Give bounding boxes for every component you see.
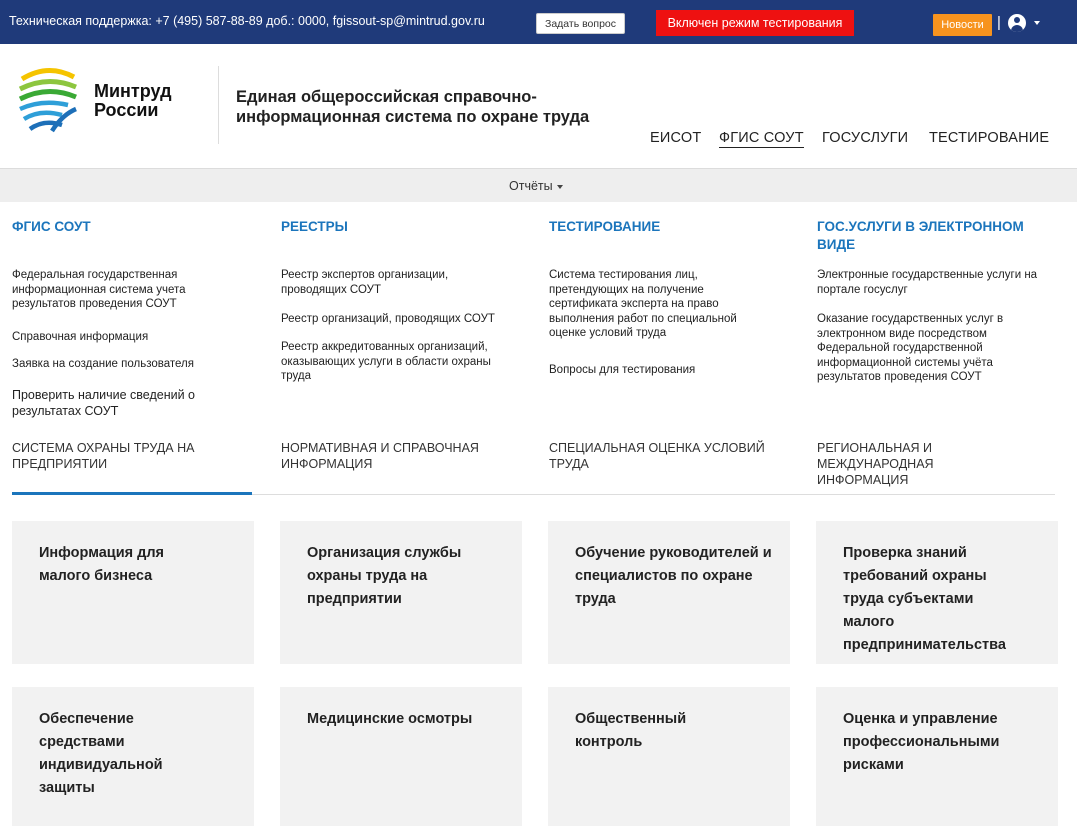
card-medical[interactable]: Медицинские осмотры	[280, 687, 522, 826]
tab-active-indicator	[12, 492, 252, 495]
menu-link-accredited-registry[interactable]: Реестр аккредитованных организаций, оказ…	[281, 340, 511, 384]
card-small-business[interactable]: Информация для малого бизнеса	[12, 521, 254, 664]
top-bar: Техническая поддержка: +7 (495) 587-88-8…	[0, 0, 1077, 44]
menu-link-reference-info[interactable]: Справочная информация	[12, 330, 232, 345]
card-training[interactable]: Обучение руководителей и специалистов по…	[548, 521, 790, 664]
menu-link-user-request[interactable]: Заявка на создание пользователя	[12, 357, 232, 372]
card-title: Организация службы охраны труда на предп…	[307, 545, 462, 607]
mintrud-logo-icon[interactable]	[18, 65, 78, 133]
menu-link-check-sout[interactable]: Проверить наличие сведений о результатах…	[12, 387, 217, 419]
logo-text: Минтруд России	[94, 82, 172, 120]
site-title-line-2: информационная система по охране труда	[236, 108, 590, 126]
topbar-separator: |	[997, 14, 1001, 31]
menu-col-fgis: ФГИС СОУТ	[12, 218, 232, 236]
menu-link-gosuslugi-portal[interactable]: Электронные государственные услуги на по…	[817, 268, 1057, 297]
menu-link-testing-system[interactable]: Система тестирования лиц, претендующих н…	[549, 268, 764, 341]
support-info: Техническая поддержка: +7 (495) 587-88-8…	[9, 14, 485, 28]
test-mode-badge: Включен режим тестирования	[656, 10, 854, 36]
card-title: Оценка и управление профессиональными ри…	[843, 711, 1000, 773]
menu-col-gosuslugi: ГОС.УСЛУГИ В ЭЛЕКТРОННОМ ВИДЕ	[817, 218, 1057, 254]
chevron-down-icon	[556, 184, 563, 189]
tab-regulatory-info[interactable]: НОРМАТИВНАЯ И СПРАВОЧНАЯ ИНФОРМАЦИЯ	[281, 440, 501, 472]
nav-fgis-sout[interactable]: ФГИС СОУТ	[719, 130, 804, 148]
reports-label: Отчёты	[509, 179, 553, 193]
card-safety-service[interactable]: Организация службы охраны труда на предп…	[280, 521, 522, 664]
menu-link-test-questions[interactable]: Вопросы для тестирования	[549, 363, 769, 378]
logo-line-2: России	[94, 100, 159, 120]
card-ppe[interactable]: Обеспечение средствами индивидуальной за…	[12, 687, 254, 826]
nav-testing[interactable]: ТЕСТИРОВАНИЕ	[929, 130, 1049, 146]
nav-eisot[interactable]: ЕИСОТ	[650, 130, 701, 146]
ask-question-button[interactable]: Задать вопрос	[536, 13, 625, 34]
menu-link-fgis-system[interactable]: Федеральная государственная информационн…	[12, 268, 222, 312]
menu-heading-gosuslugi[interactable]: ГОС.УСЛУГИ В ЭЛЕКТРОННОМ ВИДЕ	[817, 218, 1057, 254]
card-title: Проверка знаний требований охраны труда …	[843, 545, 1006, 653]
card-title: Обучение руководителей и специалистов по…	[575, 545, 772, 607]
tab-regional-info[interactable]: РЕГИОНАЛЬНАЯ И МЕЖДУНАРОДНАЯ ИНФОРМАЦИЯ	[817, 440, 982, 488]
menu-heading-registries[interactable]: РЕЕСТРЫ	[281, 218, 511, 236]
card-title: Медицинские осмотры	[307, 711, 473, 727]
tab-special-assessment[interactable]: СПЕЦИАЛЬНАЯ ОЦЕНКА УСЛОВИЙ ТРУДА	[549, 440, 789, 472]
menu-col-registries: РЕЕСТРЫ	[281, 218, 511, 236]
menu-heading-testing[interactable]: ТЕСТИРОВАНИЕ	[549, 218, 779, 236]
card-title: Общественный контроль	[575, 711, 687, 750]
card-risk-management[interactable]: Оценка и управление профессиональными ри…	[816, 687, 1058, 826]
logo-divider	[218, 66, 219, 144]
user-menu[interactable]	[1008, 13, 1040, 33]
tab-occupational-safety[interactable]: СИСТЕМА ОХРАНЫ ТРУДА НА ПРЕДПРИЯТИИ	[12, 440, 232, 472]
logo-line-1: Минтруд	[94, 81, 172, 101]
menu-link-electronic-services[interactable]: Оказание государственных услуг в электро…	[817, 312, 1027, 385]
menu-heading-fgis[interactable]: ФГИС СОУТ	[12, 218, 232, 236]
site-title: Единая общероссийская справочно- информа…	[236, 87, 656, 127]
card-knowledge-check[interactable]: Проверка знаний требований охраны труда …	[816, 521, 1058, 664]
chevron-down-icon	[1034, 21, 1040, 25]
site-title-line-1: Единая общероссийская справочно-	[236, 88, 537, 106]
news-button[interactable]: Новости	[933, 14, 992, 36]
card-title: Обеспечение средствами индивидуальной за…	[39, 711, 163, 796]
user-icon	[1008, 14, 1026, 32]
menu-link-experts-registry[interactable]: Реестр экспертов организации, проводящих…	[281, 268, 501, 297]
reports-bar: Отчёты	[0, 168, 1077, 202]
card-public-control[interactable]: Общественный контроль	[548, 687, 790, 826]
menu-col-testing: ТЕСТИРОВАНИЕ	[549, 218, 779, 236]
menu-link-orgs-registry[interactable]: Реестр организаций, проводящих СОУТ	[281, 312, 521, 327]
reports-dropdown[interactable]: Отчёты	[509, 179, 563, 193]
nav-gosuslugi[interactable]: ГОСУСЛУГИ	[822, 130, 908, 146]
card-title: Информация для малого бизнеса	[39, 545, 164, 584]
